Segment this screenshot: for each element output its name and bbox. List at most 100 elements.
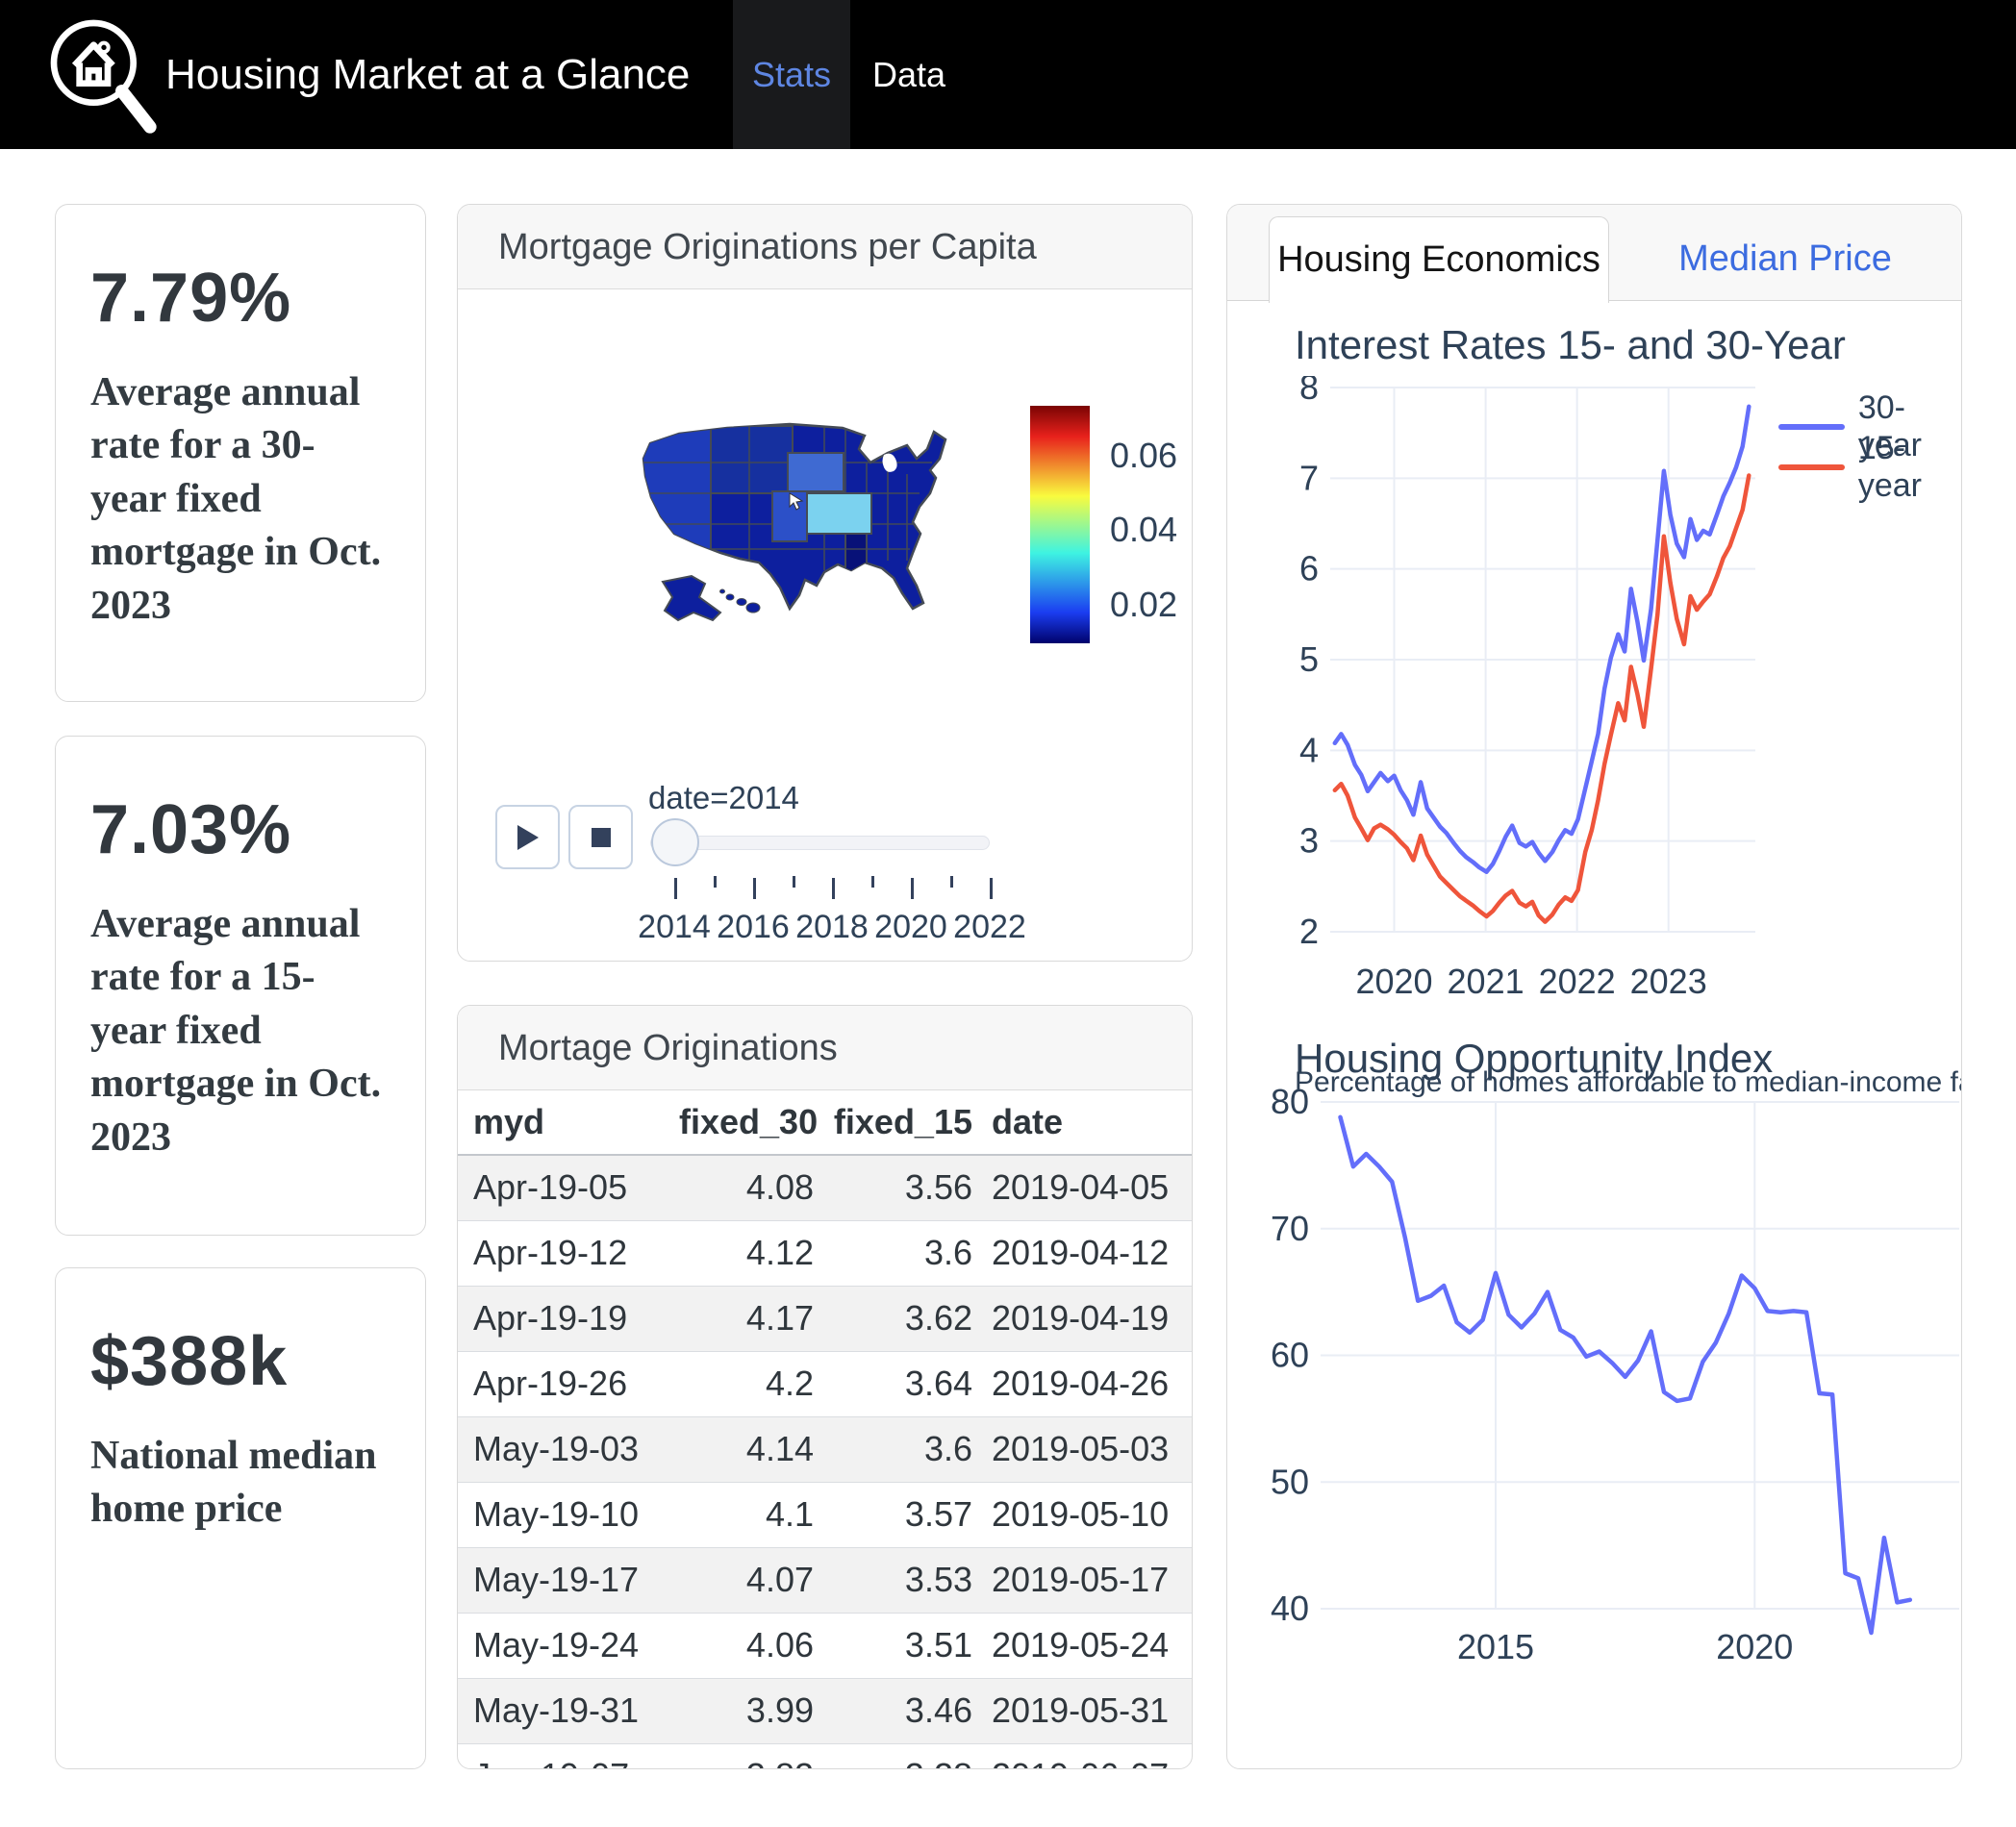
table-cell: 2019-05-31 [972,1678,1192,1743]
table-cell: May-19-24 [458,1613,679,1678]
table-cell: 3.6 [814,1416,972,1482]
interest-rates-chart: 20202021202220232345678 [1280,376,1761,1011]
table-cell: 3.28 [814,1743,972,1769]
slider-tick [714,876,717,888]
table-row: Apr-19-194.173.622019-04-19 [458,1286,1192,1351]
svg-text:6: 6 [1299,549,1319,588]
map-card: Mortgage Originations per Capita [457,204,1193,962]
rates-chart-title: Interest Rates 15- and 30-Year [1295,322,1846,368]
slider-current-value: date=2014 [648,780,799,816]
table-cell: Jun-19-07 [458,1743,679,1769]
slider-tick [871,876,874,888]
table-row: Apr-19-054.083.562019-04-05 [458,1155,1192,1220]
table-cell: 3.57 [814,1482,972,1547]
table-cell: Apr-19-19 [458,1286,679,1351]
svg-text:60: 60 [1271,1336,1309,1375]
nav-tab-data[interactable]: Data [850,0,968,149]
table-cell: May-19-10 [458,1482,679,1547]
table-row: May-19-313.993.462019-05-31 [458,1678,1192,1743]
table-card: Mortage Originations mydfixed_30fixed_15… [457,1005,1193,1769]
svg-text:2020: 2020 [1716,1627,1793,1666]
svg-text:70: 70 [1271,1209,1309,1248]
table-cell: 4.12 [679,1220,814,1286]
table-cell: 2019-05-03 [972,1416,1192,1482]
stop-button[interactable] [568,805,633,869]
map-card-title: Mortgage Originations per Capita [458,205,1192,289]
svg-text:2020: 2020 [1355,962,1432,1001]
table-cell: Apr-19-26 [458,1351,679,1416]
slider-tick [832,878,835,899]
stat-description: Average annual rate for a 15-year fixed … [90,898,391,1164]
table-cell: Apr-19-12 [458,1220,679,1286]
tab-median-price[interactable]: Median Price [1641,216,1929,301]
app-logo-house-magnifier-icon [42,12,165,138]
table-card-title: Mortage Originations [458,1006,1192,1090]
stop-icon [591,827,612,848]
svg-text:40: 40 [1271,1589,1309,1628]
table-row: May-19-034.143.62019-05-03 [458,1416,1192,1482]
slider-tick-label: 2018 [795,909,869,946]
us-choropleth-map[interactable] [636,416,963,647]
slider-tick-label: 2016 [717,909,790,946]
slider-tick-label: 2020 [874,909,947,946]
table-cell: 4.06 [679,1613,814,1678]
table-cell: 4.08 [679,1155,814,1220]
table-cell: May-19-31 [458,1678,679,1743]
table-cell: 2019-04-26 [972,1351,1192,1416]
state-wyoming [788,453,844,491]
table-cell: 4.17 [679,1286,814,1351]
svg-text:80: 80 [1271,1082,1309,1121]
panel-tabbar: Housing Economics Median Price [1227,205,1961,301]
table-cell: 2019-05-10 [972,1482,1192,1547]
slider-tick [911,878,914,899]
svg-text:7: 7 [1299,458,1319,497]
table-cell: 2019-04-12 [972,1220,1192,1286]
table-row: May-19-104.13.572019-05-10 [458,1482,1192,1547]
stat-description: Average annual rate for a 30-year fixed … [90,366,391,633]
table-cell: 4.1 [679,1482,814,1547]
map-colorbar [1030,406,1090,643]
housing-opportunity-chart: 201520204050607080 [1271,1078,1961,1713]
table-row: May-19-244.063.512019-05-24 [458,1613,1192,1678]
table-cell: 2019-06-07 [972,1743,1192,1769]
slider-tick [793,876,795,888]
legend-item-15-year[interactable]: 15-year [1778,430,1961,505]
slider-tick [753,878,756,899]
table-row: Apr-19-124.123.62019-04-12 [458,1220,1192,1286]
state-alaska [663,576,720,620]
play-button[interactable] [495,805,560,869]
column-header-date: date [972,1090,1192,1155]
year-slider-track[interactable] [650,836,990,850]
slider-tick-label: 2022 [953,909,1026,946]
table-cell: May-19-03 [458,1416,679,1482]
table-header-row: mydfixed_30fixed_15date [458,1090,1192,1155]
table-cell: 3.53 [814,1547,972,1613]
slider-tick [950,876,953,888]
slider-tick [990,878,993,899]
svg-text:2023: 2023 [1630,962,1707,1001]
colorbar-tick-label: 0.04 [1110,510,1177,550]
svg-text:2015: 2015 [1457,1627,1534,1666]
table-cell: May-19-17 [458,1547,679,1613]
table-cell: 3.62 [814,1286,972,1351]
play-icon [516,823,541,852]
svg-text:3: 3 [1299,821,1319,861]
page-title: Housing Market at a Glance [165,0,690,149]
mortgage-table: mydfixed_30fixed_15date Apr-19-054.083.5… [458,1090,1192,1769]
column-header-fixed_30: fixed_30 [679,1090,814,1155]
table-cell: 3.51 [814,1613,972,1678]
table-cell: 2019-04-05 [972,1155,1192,1220]
table-cell: 3.56 [814,1155,972,1220]
stat-card-30yr-rate: 7.79% Average annual rate for a 30-year … [55,204,426,702]
stat-description: National median home price [90,1430,391,1537]
nav-tab-stats[interactable]: Stats [733,0,850,149]
year-slider-handle[interactable] [651,818,699,866]
tab-housing-economics[interactable]: Housing Economics [1269,216,1609,303]
charts-panel: Housing Economics Median Price Interest … [1226,204,1962,1769]
table-cell: 4.14 [679,1416,814,1482]
table-cell: 4.2 [679,1351,814,1416]
svg-text:8: 8 [1299,376,1319,407]
table-row: May-19-174.073.532019-05-17 [458,1547,1192,1613]
state-colorado [807,493,871,534]
table-row: Apr-19-264.23.642019-04-26 [458,1351,1192,1416]
